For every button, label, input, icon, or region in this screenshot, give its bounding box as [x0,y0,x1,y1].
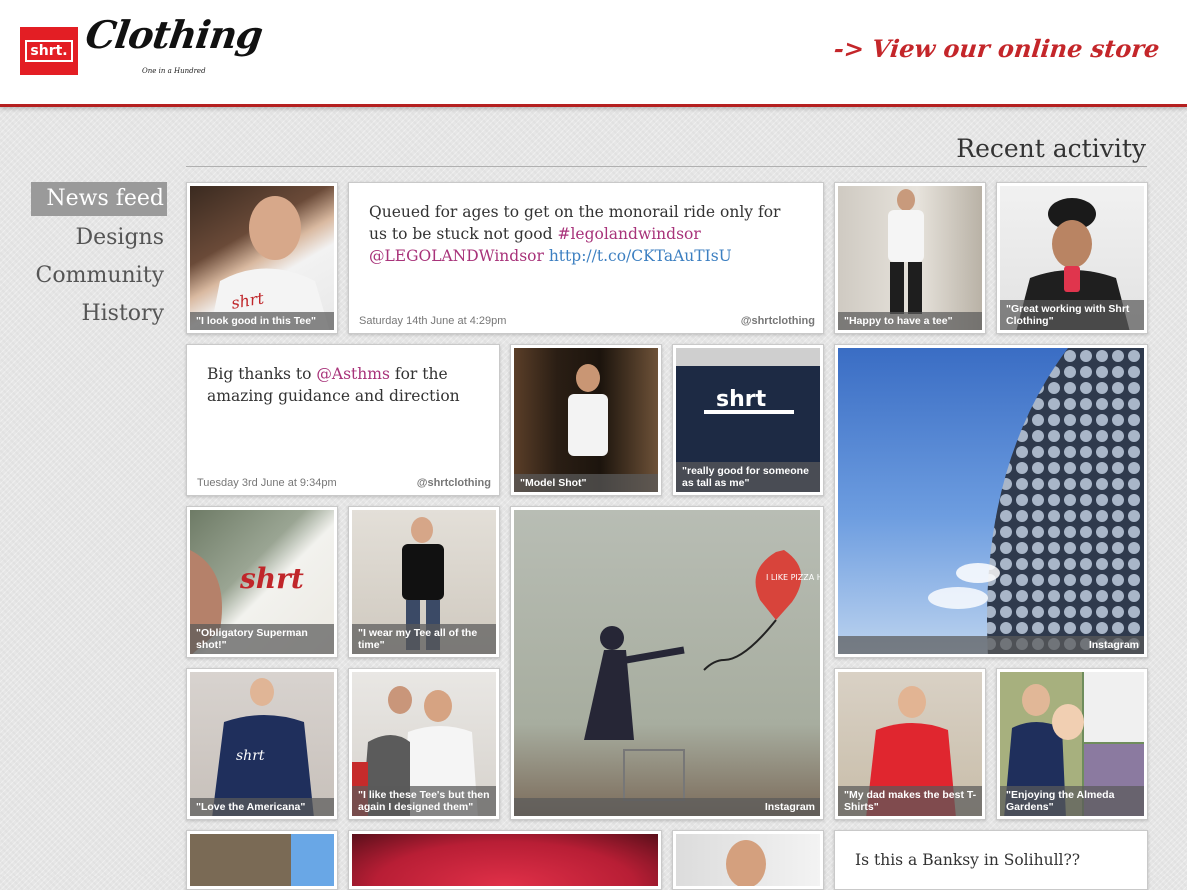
photo-tile[interactable] [348,830,662,890]
nav-designs[interactable]: Designs [31,220,167,258]
tweet-handle[interactable]: @shrtclothing [417,477,491,489]
tweet-handle[interactable]: @shrtclothing [741,315,815,327]
tweet-text: Queued for ages to get on the monorail r… [369,201,803,267]
tweet-body-start: Big thanks to [207,365,312,383]
photo-caption: "My dad makes the best T-Shirts" [838,786,982,816]
page-title: Recent activity [956,134,1146,163]
tweet-date: Tuesday 3rd June at 9:34pm [197,477,337,489]
tweet-card[interactable]: Big thanks to @Asthms for the amazing gu… [186,344,500,496]
tee-logo-text: shrt [716,387,767,412]
photo-tile[interactable]: "Great working with Shrt Clothing" [996,182,1148,334]
photo-tile[interactable]: "My dad makes the best T-Shirts" [834,668,986,820]
nav-community[interactable]: Community [31,258,167,296]
store-link-label: View our online store [870,34,1161,63]
tweet-card[interactable]: Is this a Banksy in Solihull?? [834,830,1148,890]
photo-caption: "I look good in this Tee" [190,312,334,330]
nav-news-feed[interactable]: News feed [31,182,167,216]
sidebar-nav: News feed Designs Community History [31,182,167,334]
title-divider [186,166,1147,167]
tweet-link[interactable]: http://t.co/CKTaAuTIsU [549,247,732,265]
person-icon [888,189,924,314]
photo-navy-americana-tee: shrt [190,672,334,816]
photo-man-smiling [676,834,820,886]
photo-caption: "Model Shot" [514,474,658,492]
photo-caption: Instagram [838,636,1144,654]
building-icon [928,348,1144,654]
photo-selfridges-building [838,348,1144,654]
photo-red-closeup [352,834,658,886]
tee-logo-text: shrt [239,562,304,595]
balloon-girl-icon: I LIKE PIZZA HUT [584,550,820,801]
tweet-date: Saturday 14th June at 4:29pm [359,315,507,327]
photo-tile[interactable]: "Happy to have a tee" [834,182,986,334]
tweet-hashtag[interactable]: #legolandwindsor [557,225,700,243]
photo-caption: "I wear my Tee all of the time" [352,624,496,654]
photo-tile[interactable]: "Enjoying the Almeda Gardens" [996,668,1148,820]
photo-tile[interactable]: shrt "really good for someone as tall as… [672,344,824,496]
shrt-logo[interactable]: shrt. [20,27,78,75]
tweet-text: Is this a Banksy in Solihull?? [855,849,1127,871]
logo-text: shrt. [25,40,73,62]
photo-man-white-tee: shrt [190,186,334,330]
tweet-body: Is this a Banksy in Solihull?? [855,851,1081,869]
balloon-text: I LIKE PIZZA HUT [766,573,820,582]
photo-tile[interactable]: "Model Shot" [510,344,662,496]
photo-caption: "Happy to have a tee" [838,312,982,330]
tweet-text: Big thanks to @Asthms for the amazing gu… [207,363,479,407]
logo-clothing-script[interactable]: Clothing [83,12,265,57]
photo-caption: "Obligatory Superman shot!" [190,624,334,654]
photo-tile[interactable] [672,830,824,890]
tweet-meta: Tuesday 3rd June at 9:34pm @shrtclothing [197,477,491,489]
photo-caption: Instagram [514,798,820,816]
photo-tile[interactable]: "I wear my Tee all of the time" [348,506,500,658]
tee-figure-icon: shrt [210,196,330,330]
photo-caption: "I like these Tee's but then again I des… [352,786,496,816]
photo-tile[interactable]: shrt "I look good in this Tee" [186,182,338,334]
person-icon [568,364,608,456]
online-store-link[interactable]: -> View our online store [832,34,1160,63]
photo-tile[interactable] [186,830,338,890]
site-header: shrt. Clothing One in a Hundred -> View o… [0,0,1187,107]
photo-tile[interactable]: shrt "Love the Americana" [186,668,338,820]
tweet-meta: Saturday 14th June at 4:29pm @shrtclothi… [359,315,815,327]
tweet-mention[interactable]: @LEGOLANDWindsor [369,247,544,265]
tweet-card[interactable]: Queued for ages to get on the monorail r… [348,182,824,334]
photo-caption: "Love the Americana" [190,798,334,816]
photo-caption: "Great working with Shrt Clothing" [1000,300,1144,330]
photo-tile[interactable]: Instagram [834,344,1148,658]
tweet-mention[interactable]: @Asthms [316,365,390,383]
photo-tile[interactable]: shrt "Obligatory Superman shot!" [186,506,338,658]
photo-tile[interactable]: I LIKE PIZZA HUT Instagram [510,506,824,820]
photo-caption: "really good for someone as tall as me" [676,462,820,492]
photo-caption: "Enjoying the Almeda Gardens" [1000,786,1144,816]
photo-man-standing [838,186,982,330]
arrow-icon: -> [832,34,866,63]
person-icon: shrt [212,678,314,816]
photo-tile[interactable]: "I like these Tee's but then again I des… [348,668,500,820]
photo-banksy-balloon-girl: I LIKE PIZZA HUT [514,510,820,816]
photo-model-shot [514,348,658,492]
tee-logo-text: shrt [236,748,265,764]
nav-history[interactable]: History [31,296,167,334]
photo-eiffel-tower [190,834,334,886]
person-icon [726,840,766,886]
logo-tagline: One in a Hundred [142,67,206,75]
